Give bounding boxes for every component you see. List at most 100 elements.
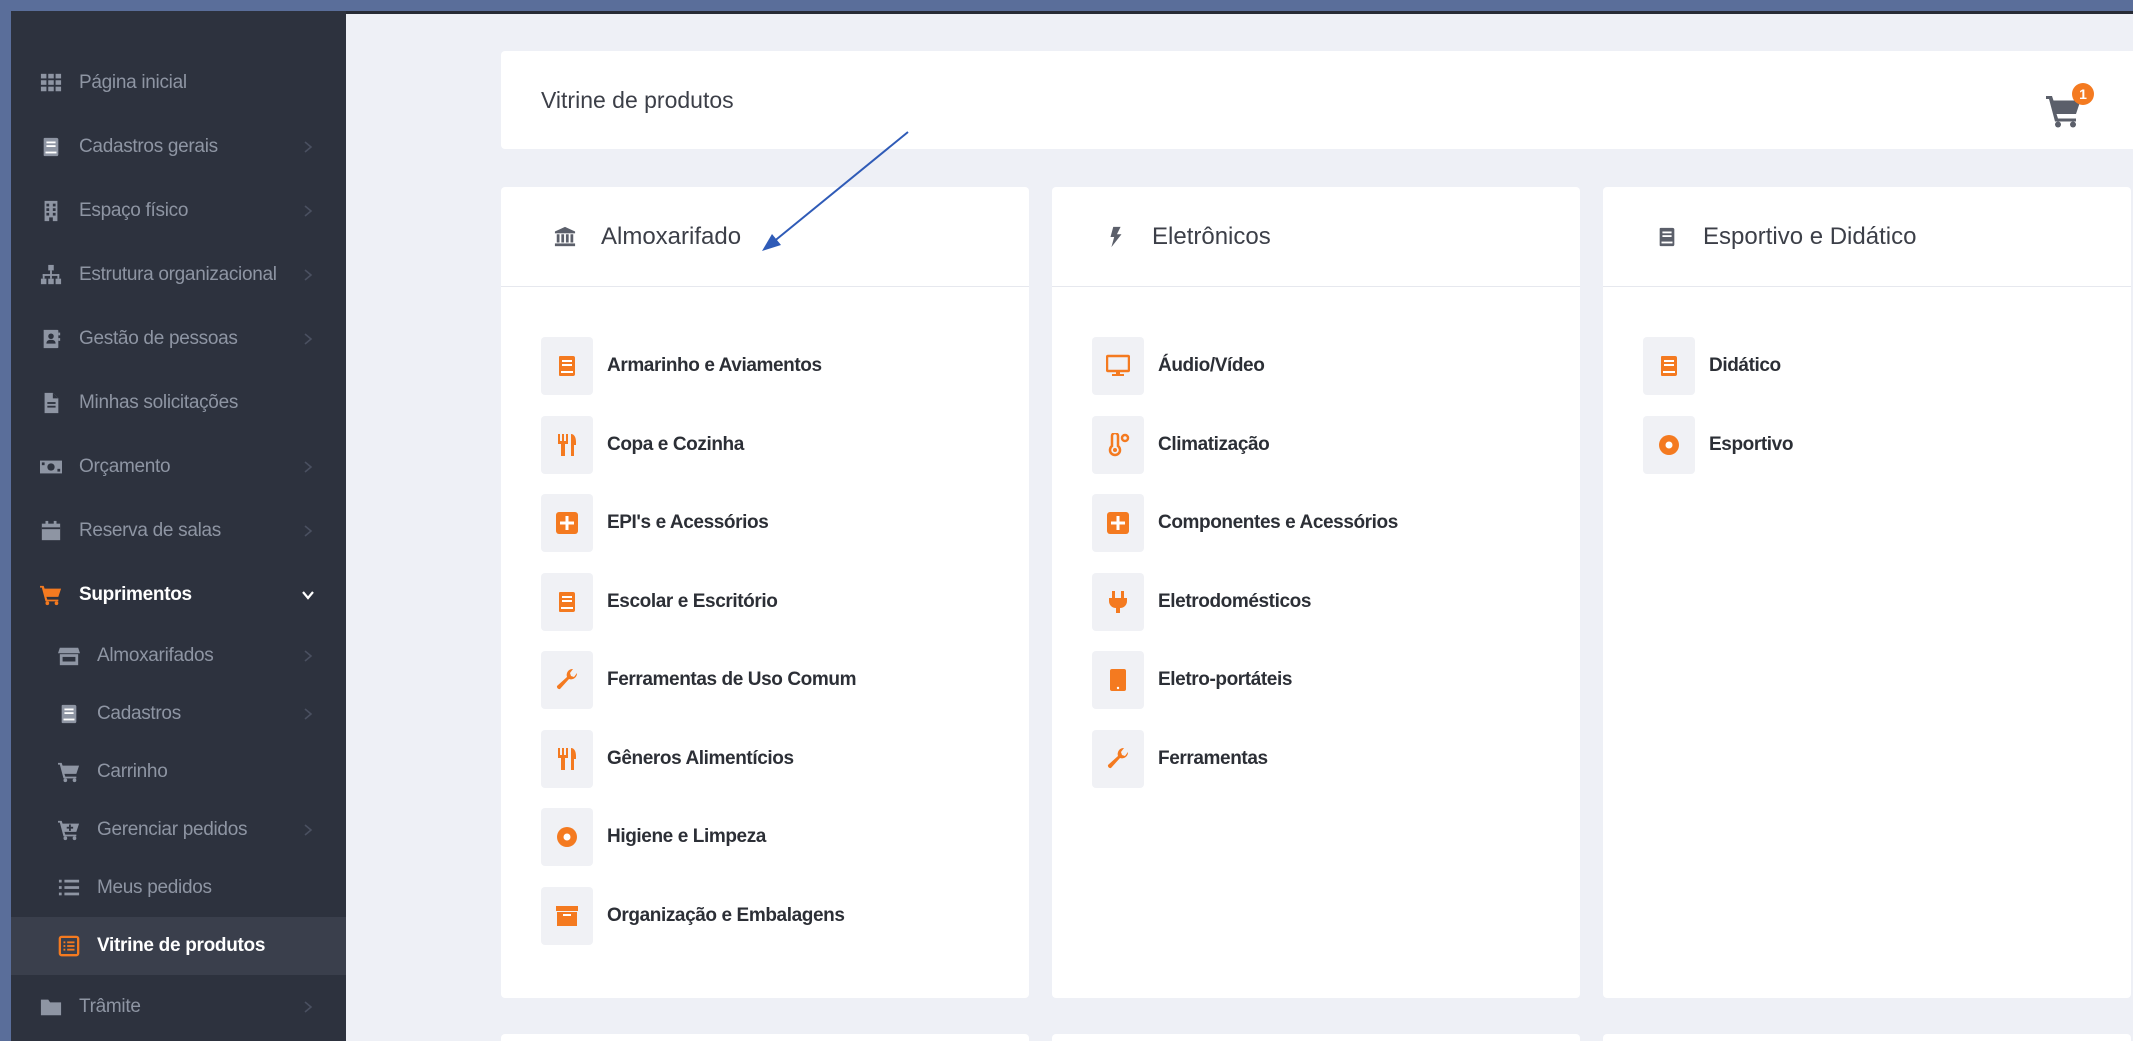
category-label: Componentes e Acessórios — [1158, 512, 1398, 533]
book-icon — [57, 702, 81, 726]
category-link-ferramentas[interactable]: Ferramentas — [1052, 729, 1580, 809]
cart-icon — [39, 583, 63, 607]
header-cart-button[interactable]: 1 — [2046, 83, 2096, 133]
category-label: Escolar e Escritório — [607, 590, 778, 612]
sidebar-item-cadastros[interactable]: Cadastros — [11, 685, 346, 743]
wrench-icon — [1092, 729, 1144, 788]
sidebar-item-vitrine-de-produtos[interactable]: Vitrine de produtos — [11, 917, 346, 975]
page-title: Vitrine de produtos — [541, 87, 734, 113]
category-link-climatizacao[interactable]: Climatização — [1052, 415, 1580, 495]
category-link-organizacao-e-embalagens[interactable]: Organização e Embalagens — [501, 886, 1029, 966]
chevron-right-icon — [302, 823, 314, 837]
category-link-didatico[interactable]: Didático — [1603, 337, 2131, 416]
sidebar-item-pagina-inicial[interactable]: Página inicial — [11, 51, 346, 115]
thermometer-icon — [1092, 415, 1144, 474]
cutlery-icon — [541, 729, 593, 788]
category-label: Eletro-portáteis — [1158, 669, 1293, 690]
cart-icon — [57, 760, 81, 784]
sidebar: Página inicial Cadastros gerais Espaço fís… — [11, 11, 346, 1041]
category-link-generos-alimenticios[interactable]: Gêneros Alimentícios — [501, 729, 1029, 809]
sidebar-item-label: Página inicial — [79, 72, 187, 93]
circle-icon — [1643, 415, 1695, 474]
card-header: Esportivo e Didático — [1603, 187, 2131, 287]
sidebar-item-gerenciar-pedidos[interactable]: Gerenciar pedidos — [11, 801, 346, 859]
list-alt-icon — [57, 934, 81, 958]
sidebar-item-label: Espaço físico — [79, 200, 189, 221]
category-list: Áudio/Vídeo Climatização Componentes e Ace… — [1052, 287, 1580, 808]
card-title: Almoxarifado — [601, 222, 742, 250]
plus-square-icon — [541, 494, 593, 552]
sidebar-item-gestao-de-pessoas[interactable]: Gestão de pessoas — [11, 307, 346, 371]
tablet-icon — [1092, 651, 1144, 709]
category-label: Didático — [1709, 355, 1781, 376]
plus-square-icon — [1092, 494, 1144, 552]
sidebar-item-cadastros-gerais[interactable]: Cadastros gerais — [11, 115, 346, 179]
sidebar-item-suprimentos[interactable]: Suprimentos — [11, 563, 346, 627]
category-link-escolar-e-escritorio[interactable]: Escolar e Escritório — [501, 572, 1029, 652]
category-link-ferramentas-de-uso-comum[interactable]: Ferramentas de Uso Comum — [501, 651, 1029, 730]
sidebar-item-label: Suprimentos — [79, 584, 192, 605]
sidebar-item-carrinho[interactable]: Carrinho — [11, 743, 346, 801]
category-label: Esportivo — [1709, 433, 1794, 455]
archive-icon — [541, 886, 593, 945]
sidebar-item-label: Meus pedidos — [97, 877, 212, 898]
category-link-copa-e-cozinha[interactable]: Copa e Cozinha — [501, 415, 1029, 495]
category-link-esportivo[interactable]: Esportivo — [1603, 415, 2131, 495]
sidebar-item-orcamento[interactable]: Orçamento — [11, 435, 346, 499]
category-label: Áudio/Vídeo — [1158, 355, 1265, 376]
book-icon — [1655, 225, 1679, 249]
sidebar-item-label: Reserva de salas — [79, 520, 221, 541]
folder-icon — [39, 995, 63, 1019]
category-link-higiene-e-limpeza[interactable]: Higiene e Limpeza — [501, 808, 1029, 887]
category-link-audio-video[interactable]: Áudio/Vídeo — [1052, 337, 1580, 416]
file-icon — [39, 391, 63, 415]
category-label: Climatização — [1158, 433, 1270, 455]
card-title: Esportivo e Didático — [1703, 222, 1917, 250]
sidebar-item-label: Vitrine de produtos — [97, 935, 266, 956]
category-label: Organização e Embalagens — [607, 904, 845, 926]
sidebar-item-almoxarifados[interactable]: Almoxarifados — [11, 627, 346, 685]
sidebar-item-label: Cadastros — [97, 703, 181, 724]
category-link-eletrodomesticos[interactable]: Eletrodomésticos — [1052, 572, 1580, 652]
sidebar-item-label: Minhas solicitações — [79, 392, 239, 413]
chevron-right-icon — [302, 204, 314, 218]
sitemap-icon — [39, 263, 63, 287]
store-icon — [57, 644, 81, 668]
cart-count-badge: 1 — [2072, 83, 2094, 105]
category-list: Didático Esportivo — [1603, 287, 2131, 494]
wrench-icon — [541, 651, 593, 709]
chevron-right-icon — [302, 524, 314, 538]
sidebar-item-label: Gerenciar pedidos — [97, 819, 248, 840]
category-link-epi-s-e-acessorios[interactable]: EPI's e Acessórios — [501, 494, 1029, 573]
sidebar-item-label: Almoxarifados — [97, 645, 214, 666]
chevron-down-icon — [302, 588, 314, 602]
chevron-right-icon — [302, 332, 314, 346]
sidebar-item-label: Trâmite — [79, 996, 141, 1017]
category-label: Higiene e Limpeza — [607, 826, 766, 847]
book-icon — [39, 135, 63, 159]
grid-icon — [39, 71, 63, 95]
calendar-icon — [39, 519, 63, 543]
sidebar-item-label: Orçamento — [79, 456, 171, 477]
category-link-componentes-e-acessorios[interactable]: Componentes e Acessórios — [1052, 494, 1580, 573]
category-card-almoxarifado: Almoxarifado Armarinho e Aviamentos Copa e… — [501, 187, 1029, 998]
category-label: Copa e Cozinha — [607, 433, 744, 455]
chevron-right-icon — [302, 649, 314, 663]
chevron-right-icon — [302, 140, 314, 154]
card-partial — [1052, 1034, 1580, 1041]
category-link-armarinho-e-aviamentos[interactable]: Armarinho e Aviamentos — [501, 337, 1029, 416]
cutlery-icon — [541, 415, 593, 474]
address-book-icon — [39, 327, 63, 351]
sidebar-item-estrutura-organizacional[interactable]: Estrutura organizacional — [11, 243, 346, 307]
sidebar-item-meus-pedidos[interactable]: Meus pedidos — [11, 859, 346, 917]
sidebar-item-tramite[interactable]: Trâmite — [11, 975, 346, 1039]
category-label: Ferramentas — [1158, 747, 1268, 769]
sidebar-item-label: Estrutura organizacional — [79, 264, 277, 285]
sidebar-item-reserva-de-salas[interactable]: Reserva de salas — [11, 499, 346, 563]
sidebar-item-espaco-fisico[interactable]: Espaço físico — [11, 179, 346, 243]
monitor-icon — [1092, 337, 1144, 395]
category-card-eletronicos: Eletrônicos Áudio/Vídeo Climatização Compon… — [1052, 187, 1580, 998]
app-window: Página inicial Cadastros gerais Espaço fís… — [11, 11, 2133, 1041]
sidebar-item-minhas-solicitacoes[interactable]: Minhas solicitações — [11, 371, 346, 435]
category-link-eletro-portateis[interactable]: Eletro-portáteis — [1052, 651, 1580, 730]
